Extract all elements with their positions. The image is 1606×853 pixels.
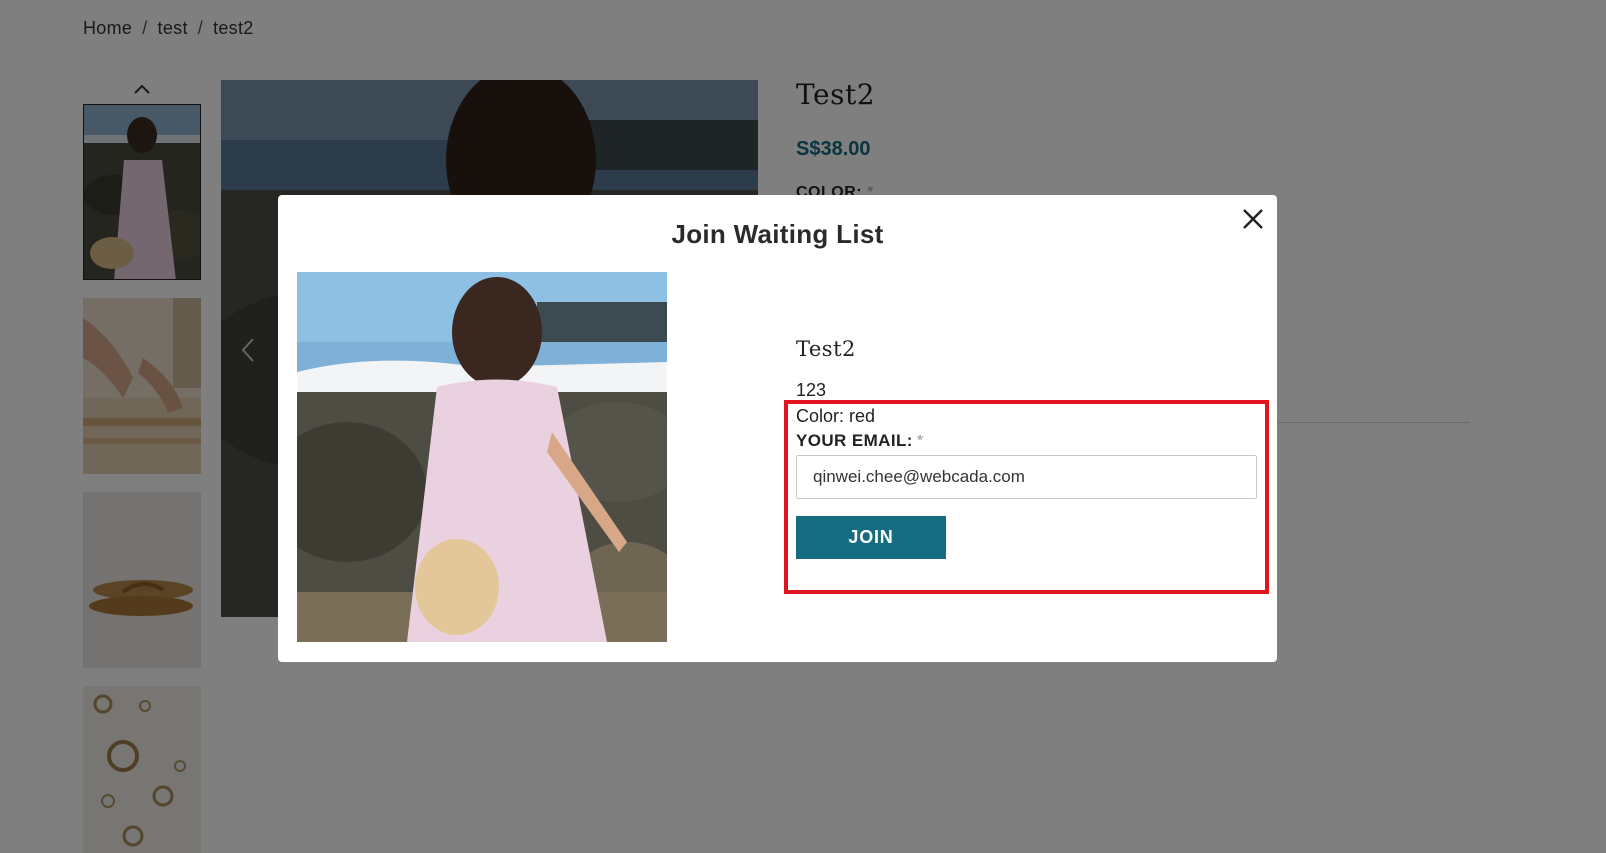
join-button[interactable]: JOIN: [796, 516, 946, 559]
email-label-text: YOUR EMAIL:: [796, 431, 913, 450]
close-icon[interactable]: [1241, 207, 1265, 231]
modal-color: Color: red: [796, 406, 876, 426]
email-field[interactable]: [796, 455, 1257, 499]
required-mark: *: [916, 431, 924, 450]
modal-title: Join Waiting List: [671, 219, 884, 249]
woman-beach-dress-image: [297, 272, 667, 642]
modal-variant-sku: 123: [796, 380, 827, 400]
modal-product-name: Test2: [796, 337, 856, 361]
waiting-list-modal: Join Waiting List Test2 123 Color: red Y…: [278, 195, 1277, 662]
modal-product-image: [297, 272, 667, 642]
email-label: YOUR EMAIL: *: [796, 431, 924, 451]
